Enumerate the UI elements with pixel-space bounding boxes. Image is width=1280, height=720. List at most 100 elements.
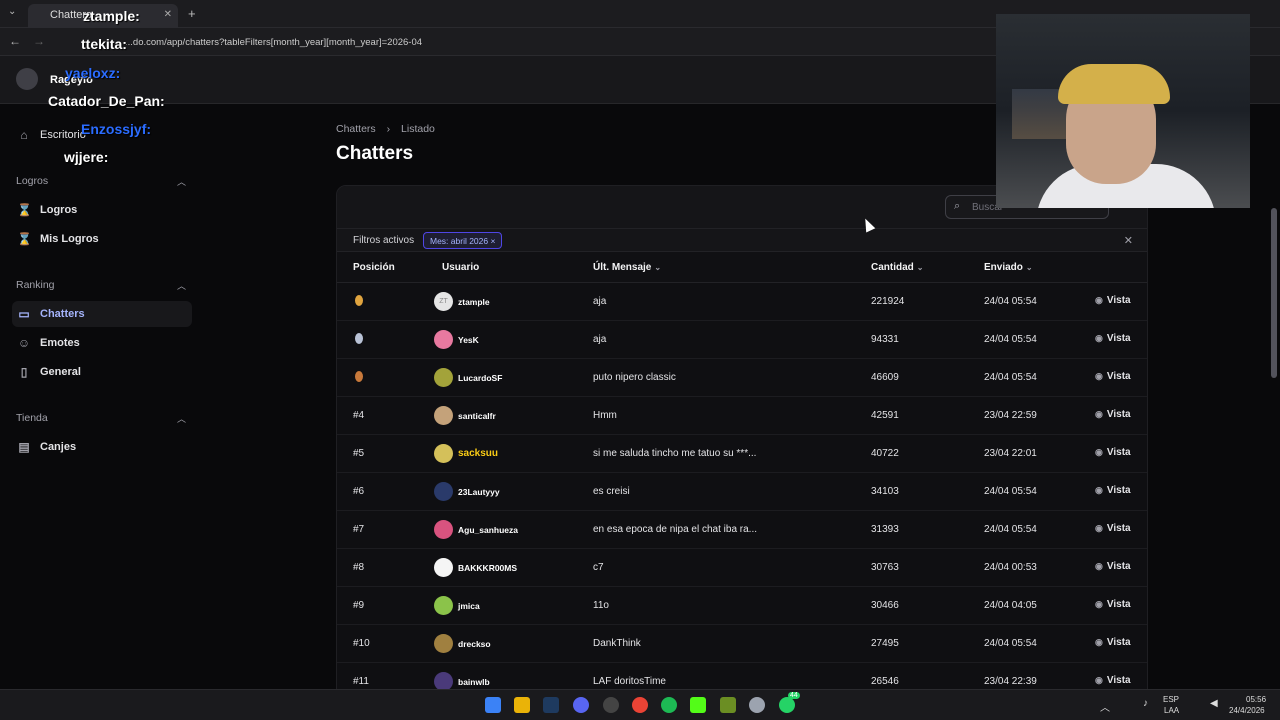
table-row[interactable]: #6 23Lautyyy es creisi 34103 24/04 05:54 ◉ Vis… (337, 473, 1147, 511)
table-row[interactable]: LucardoSF puto nipero classic 46609 24/04 0… (337, 359, 1147, 397)
url-text[interactable]: ...do.com/app/chatters?tableFilters[mont… (125, 37, 422, 48)
chevron-up-icon[interactable]: ︿ (1100, 699, 1110, 714)
nav-group-logros[interactable]: Logros ︿ (16, 175, 186, 187)
table-row[interactable]: #10 drecksо DankThink 27495 24/04 05:54 ◉ Vist… (337, 625, 1147, 663)
avatar[interactable] (16, 68, 38, 90)
breadcrumb-link[interactable]: Chatters (336, 123, 376, 135)
bar-chart-icon: ▯ (20, 365, 28, 379)
browser-icon[interactable] (749, 697, 765, 713)
view-button[interactable]: ◉ Vista (1095, 523, 1131, 534)
view-button[interactable]: ◉ Vista (1095, 637, 1131, 648)
chat-username: yaeloxz: (65, 65, 121, 81)
column-header-count[interactable]: Cantidad ⌄ (871, 262, 923, 273)
sent-cell: 24/04 05:54 (984, 638, 1037, 649)
view-label: Vista (1106, 409, 1131, 420)
chevron-up-icon[interactable]: ︿ (177, 279, 186, 292)
sidebar-item-emotes[interactable]: ☺ Emotes (12, 330, 192, 356)
minecraft-icon[interactable] (720, 697, 736, 713)
username-cell: jmica (458, 601, 480, 611)
avatar (434, 330, 453, 349)
back-arrow-icon[interactable]: ← (9, 34, 21, 48)
nav-group-tienda[interactable]: Tienda ︿ (16, 412, 186, 424)
sidebar-item-canjes[interactable]: ▤ Canjes (12, 434, 192, 460)
volume-icon[interactable]: ◀ (1210, 698, 1218, 709)
count-cell: 34103 (871, 486, 899, 497)
position-cell: #11 (353, 676, 369, 687)
view-button[interactable]: ◉ Vista (1095, 409, 1131, 420)
windows-start-icon[interactable] (485, 697, 501, 713)
language-indicator-bottom[interactable]: LAA (1164, 706, 1179, 715)
column-header-sent[interactable]: Enviado ⌄ (984, 262, 1033, 273)
table-row[interactable]: ZT ztample aja 221924 24/04 05:54 ◉ Vista (337, 283, 1147, 321)
table-row[interactable]: #9 jmica 11o 30466 24/04 04:05 ◉ Vista (337, 587, 1147, 625)
chatters-table: ⌕ Filtros activos Mes: abril 2026 × ✕ Po… (336, 185, 1148, 705)
view-button[interactable]: ◉ Vista (1095, 447, 1131, 458)
eye-icon: ◉ (1095, 295, 1103, 305)
position-cell: #4 (353, 410, 365, 421)
file-explorer-icon[interactable] (514, 697, 530, 713)
sidebar-item-general[interactable]: ▯ General (12, 359, 192, 385)
sort-chevron-icon[interactable]: ⌄ (1026, 263, 1033, 272)
view-button[interactable]: ◉ Vista (1095, 485, 1131, 496)
sort-chevron-icon[interactable]: ⌄ (654, 263, 661, 272)
chat-username: wjjere: (64, 149, 109, 165)
table-row[interactable]: #5 sacksuu si me saluda tincho me tatuo su… (337, 435, 1147, 473)
steam-icon[interactable] (543, 697, 559, 713)
close-icon[interactable]: ✕ (164, 9, 172, 20)
filter-chip[interactable]: Mes: abril 2026 × (423, 232, 503, 249)
medal-icon (355, 371, 363, 382)
spotify-icon[interactable] (661, 697, 677, 713)
remove-filter-icon[interactable]: × (491, 236, 496, 246)
forward-arrow-icon[interactable]: → (33, 34, 45, 48)
sent-cell: 24/04 05:54 (984, 296, 1037, 307)
scrollbar[interactable] (1271, 208, 1277, 378)
kick-icon[interactable] (690, 697, 706, 713)
column-header-last-message[interactable]: Últ. Mensaje ⌄ (593, 262, 661, 273)
position-cell: #5 (353, 448, 365, 459)
username-cell: Agu_sanhueza (458, 525, 518, 535)
sidebar-item-logros[interactable]: ⌛ Logros (12, 197, 192, 223)
view-button[interactable]: ◉ Vista (1095, 333, 1131, 344)
view-button[interactable]: ◉ Vista (1095, 371, 1131, 382)
eye-icon: ◉ (1095, 523, 1103, 533)
view-button[interactable]: ◉ Vista (1095, 599, 1131, 610)
nav-group-ranking[interactable]: Ranking ︿ (16, 279, 186, 291)
table-row[interactable]: #4 santicalfr Hmm 42591 23/04 22:59 ◉ Vista (337, 397, 1147, 435)
tab-list-chevron-icon[interactable]: ⌄ (8, 6, 16, 17)
sent-cell: 24/04 05:54 (984, 486, 1037, 497)
column-header-user[interactable]: Usuario (442, 262, 479, 273)
clock-time[interactable]: 05:56 (1246, 695, 1266, 704)
column-header-position[interactable]: Posición (353, 262, 395, 273)
view-button[interactable]: ◉ Vista (1095, 295, 1131, 306)
chevron-up-icon[interactable]: ︿ (177, 412, 186, 425)
discord-icon[interactable] (573, 697, 589, 713)
new-tab-plus-icon[interactable]: + (188, 6, 196, 21)
chevron-up-icon[interactable]: ︿ (177, 175, 186, 188)
view-button[interactable]: ◉ Vista (1095, 675, 1131, 686)
sidebar-item-mis-logros[interactable]: ⌛ Mis Logros (12, 226, 192, 252)
app-icon[interactable] (603, 697, 619, 713)
chat-username: Catador_De_Pan: (48, 93, 165, 109)
table-row[interactable]: YesK aja 94331 24/04 05:54 ◉ Vista (337, 321, 1147, 359)
username-cell: ztample (458, 297, 490, 307)
table-row[interactable]: #8 BAKKKR00MS c7 30763 24/04 00:53 ◉ Vista (337, 549, 1147, 587)
sent-cell: 24/04 05:54 (984, 524, 1037, 535)
language-indicator-top[interactable]: ESP (1163, 695, 1179, 704)
position-cell: #7 (353, 524, 365, 535)
view-label: Vista (1106, 371, 1131, 382)
last-message-cell: c7 (593, 562, 604, 573)
view-button[interactable]: ◉ Vista (1095, 561, 1131, 572)
sidebar-item-chatters[interactable]: ▭ Chatters (12, 301, 192, 327)
sort-chevron-icon[interactable]: ⌄ (917, 263, 924, 272)
count-cell: 40722 (871, 448, 899, 459)
whatsapp-icon[interactable]: 44 (779, 692, 800, 713)
table-row[interactable]: #7 Agu_sanhueza en esa epoca de nipa el ch… (337, 511, 1147, 549)
trophy-icon: ⌛ (17, 232, 32, 246)
clear-filters-close-icon[interactable]: ✕ (1124, 234, 1133, 247)
chrome-icon[interactable] (632, 697, 648, 713)
clock-date[interactable]: 24/4/2026 (1229, 706, 1265, 715)
last-message-cell: DankThink (593, 638, 641, 649)
microphone-icon[interactable]: ♪ (1143, 698, 1148, 709)
chat-username: Enzossjyf: (81, 121, 152, 137)
username-cell: LucardoSF (458, 373, 503, 383)
